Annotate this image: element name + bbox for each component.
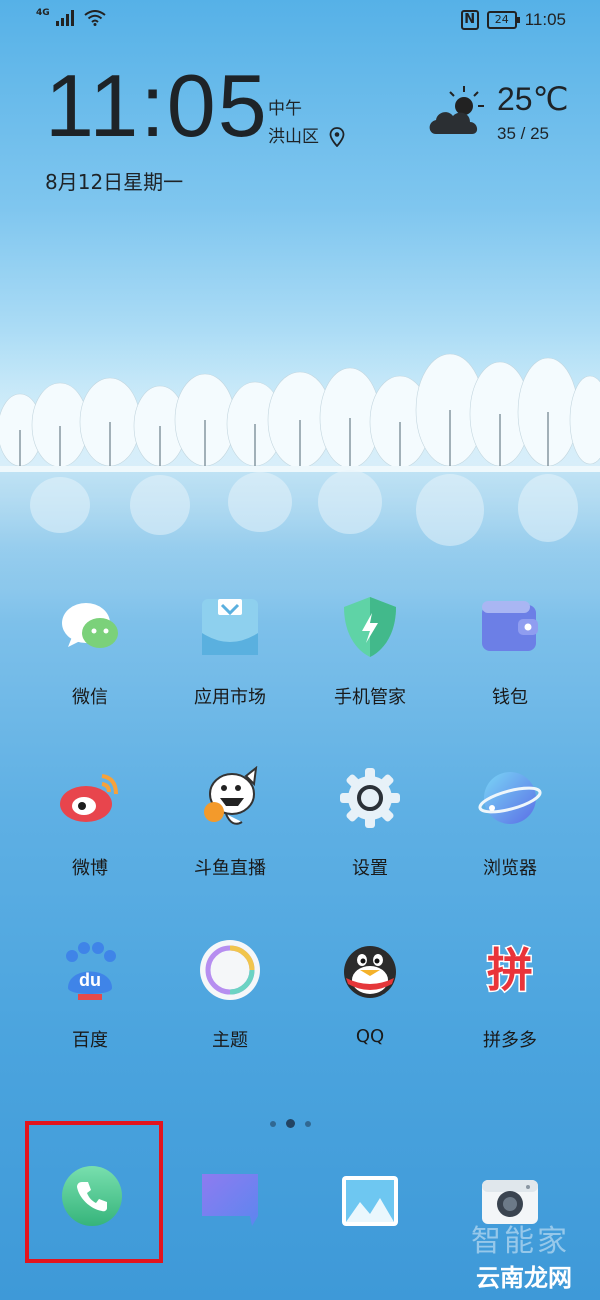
- status-time: 11:05: [524, 10, 566, 29]
- app-label: 斗鱼直播: [194, 858, 266, 879]
- app-wechat[interactable]: 微信: [20, 595, 160, 709]
- app-app-market[interactable]: 应用市场: [160, 595, 300, 709]
- app-browser[interactable]: 浏览器: [440, 766, 580, 880]
- app-label: 微博: [72, 858, 108, 879]
- browser-icon: [478, 766, 542, 830]
- svg-text:拼: 拼: [487, 943, 533, 997]
- page-dot[interactable]: [305, 1120, 311, 1127]
- wechat-icon: [58, 595, 122, 659]
- pinduoduo-icon: 拼: [478, 938, 542, 1002]
- location-pin-icon: [329, 127, 345, 147]
- app-label: 拼多多: [483, 1030, 537, 1051]
- nfc-icon: N: [460, 10, 479, 30]
- wallet-icon: [478, 595, 542, 659]
- app-label: 应用市场: [194, 687, 266, 708]
- app-label: 钱包: [492, 687, 528, 708]
- status-bar: 4G N 24 11:05: [0, 0, 600, 42]
- app-label: 设置: [352, 858, 388, 879]
- signal-icon: [55, 10, 74, 26]
- watermark-faint: 智能家: [471, 1224, 570, 1259]
- clock-period: 中午: [268, 99, 302, 119]
- page-indicator[interactable]: [270, 1119, 311, 1128]
- dock-gallery[interactable]: [340, 1174, 400, 1228]
- highlight-box: [25, 1121, 163, 1263]
- weibo-icon: [58, 766, 122, 830]
- svg-text:du: du: [79, 970, 101, 990]
- page-dot[interactable]: [270, 1120, 276, 1127]
- app-market-icon: [198, 595, 262, 659]
- weather-range: 35 / 25: [497, 124, 549, 143]
- wallpaper-scenery: [0, 330, 600, 590]
- watermark-text: 云南龙网: [476, 1264, 572, 1292]
- app-label: 手机管家: [334, 687, 406, 708]
- battery-icon: 24: [486, 11, 520, 29]
- dock-messages[interactable]: [200, 1172, 260, 1228]
- app-label: 主题: [212, 1030, 248, 1051]
- themes-icon: [198, 938, 262, 1002]
- app-themes[interactable]: 主题: [160, 938, 300, 1052]
- app-label: 微信: [72, 687, 108, 708]
- wifi-icon: [84, 10, 106, 26]
- clock-time[interactable]: 11:05: [45, 62, 269, 150]
- app-label: 浏览器: [483, 858, 537, 879]
- clock-location[interactable]: 洪山区: [268, 123, 345, 151]
- app-qq[interactable]: QQ: [300, 938, 440, 1047]
- app-pinduoduo[interactable]: 拼 拼多多: [440, 938, 580, 1052]
- phone-manager-icon: [338, 595, 402, 659]
- app-label: QQ: [355, 1026, 385, 1047]
- app-settings[interactable]: 设置: [300, 766, 440, 880]
- partly-cloudy-icon[interactable]: [426, 84, 488, 140]
- weather-temperature: 25℃: [497, 81, 569, 117]
- app-douyu[interactable]: 斗鱼直播: [160, 765, 300, 880]
- qq-icon: [338, 938, 402, 1002]
- network-type: 4G: [36, 8, 50, 18]
- gallery-icon: [342, 1176, 398, 1226]
- app-weibo[interactable]: 微博: [20, 766, 160, 880]
- app-phone-manager[interactable]: 手机管家: [300, 595, 440, 709]
- clock-date: 8月12日星期一: [45, 170, 184, 194]
- app-label: 百度: [72, 1030, 108, 1051]
- app-wallet[interactable]: 钱包: [440, 595, 580, 709]
- settings-icon: [338, 766, 402, 830]
- douyu-icon: [198, 765, 262, 830]
- clock-meta: 中午 洪山区: [268, 95, 345, 151]
- app-baidu[interactable]: du 百度: [20, 938, 160, 1052]
- messages-icon: [202, 1174, 258, 1226]
- baidu-icon: du: [58, 938, 122, 1002]
- page-dot-active[interactable]: [286, 1119, 295, 1128]
- location-label: 洪山区: [268, 127, 319, 147]
